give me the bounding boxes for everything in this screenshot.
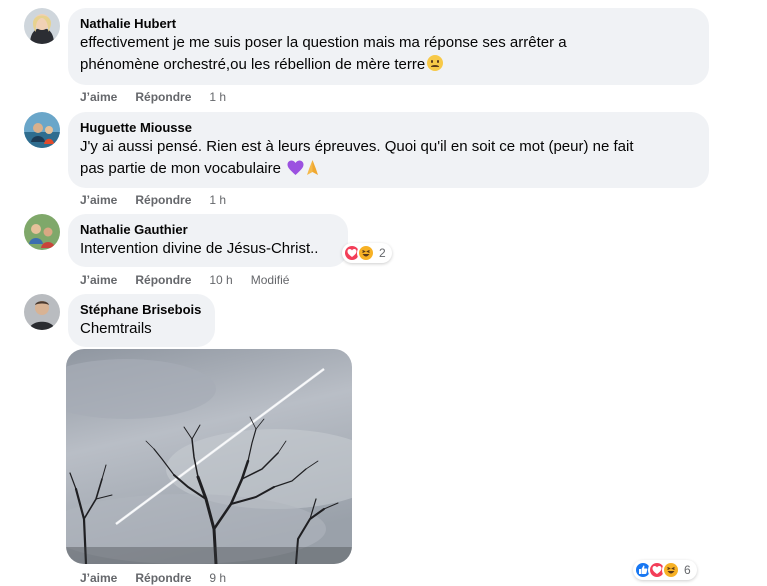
like-link[interactable]: J’aime — [80, 571, 117, 585]
like-link[interactable]: J’aime — [80, 193, 117, 207]
purple-heart-icon — [287, 160, 304, 183]
comment-text: effectivement je me suis poser la questi… — [80, 32, 697, 76]
like-link[interactable]: J’aime — [80, 90, 117, 104]
comment-timestamp[interactable]: 10 h — [209, 273, 232, 287]
reaction-summary[interactable]: 6 — [633, 560, 697, 580]
folded-hands-icon — [304, 159, 321, 183]
comment-author[interactable]: Huguette Miousse — [80, 120, 697, 136]
reaction-summary[interactable]: 2 — [342, 243, 392, 263]
comment-author[interactable]: Nathalie Hubert — [80, 16, 697, 32]
comment-bubble: Nathalie Hubert effectivement je me suis… — [68, 8, 709, 85]
comment-text-line: effectivement je me suis poser la questi… — [80, 34, 567, 51]
haha-reaction-icon — [357, 244, 375, 262]
comment-timestamp[interactable]: 1 h — [209, 90, 226, 104]
comment-text: J'y ai aussi pensé. Rien est à leurs épr… — [80, 136, 697, 183]
comment-actions: J’aime Répondre 10 h Modifié — [80, 273, 289, 287]
comment-author[interactable]: Nathalie Gauthier — [80, 222, 336, 238]
comment-timestamp[interactable]: 1 h — [209, 193, 226, 207]
comment-text: Intervention divine de Jésus-Christ.. — [80, 240, 319, 257]
avatar[interactable] — [24, 8, 60, 44]
avatar[interactable] — [24, 214, 60, 250]
comment-bubble: Huguette Miousse J'y ai aussi pensé. Rie… — [68, 112, 709, 188]
reply-link[interactable]: Répondre — [135, 273, 191, 287]
comment-photo[interactable] — [66, 349, 352, 564]
comment-timestamp[interactable]: 9 h — [209, 571, 226, 585]
reply-link[interactable]: Répondre — [135, 193, 191, 207]
comment-actions: J’aime Répondre 1 h — [80, 90, 244, 104]
comment-author[interactable]: Stéphane Brisebois — [80, 302, 203, 318]
reaction-count: 6 — [684, 563, 691, 577]
comment-text-line: phénomène orchestré,ou les rébellion de … — [80, 56, 426, 73]
reaction-count: 2 — [379, 246, 386, 260]
comment-text-line: J'y ai aussi pensé. Rien est à leurs épr… — [80, 138, 634, 155]
comment-actions: J’aime Répondre 1 h — [80, 193, 244, 207]
comment-bubble: Nathalie Gauthier Intervention divine de… — [68, 214, 348, 267]
edited-label[interactable]: Modifié — [251, 273, 290, 287]
reply-link[interactable]: Répondre — [135, 571, 191, 585]
like-link[interactable]: J’aime — [80, 273, 117, 287]
avatar[interactable] — [24, 112, 60, 148]
haha-reaction-icon — [662, 561, 680, 579]
avatar[interactable] — [24, 294, 60, 330]
reply-link[interactable]: Répondre — [135, 90, 191, 104]
worried-face-icon — [427, 55, 444, 71]
comment-actions: J’aime Répondre 9 h — [80, 571, 244, 585]
comment-text: Chemtrails — [80, 320, 152, 337]
comment-text-line: pas partie de mon vocabulaire — [80, 160, 281, 177]
comment-bubble: Stéphane Brisebois Chemtrails — [68, 294, 215, 347]
